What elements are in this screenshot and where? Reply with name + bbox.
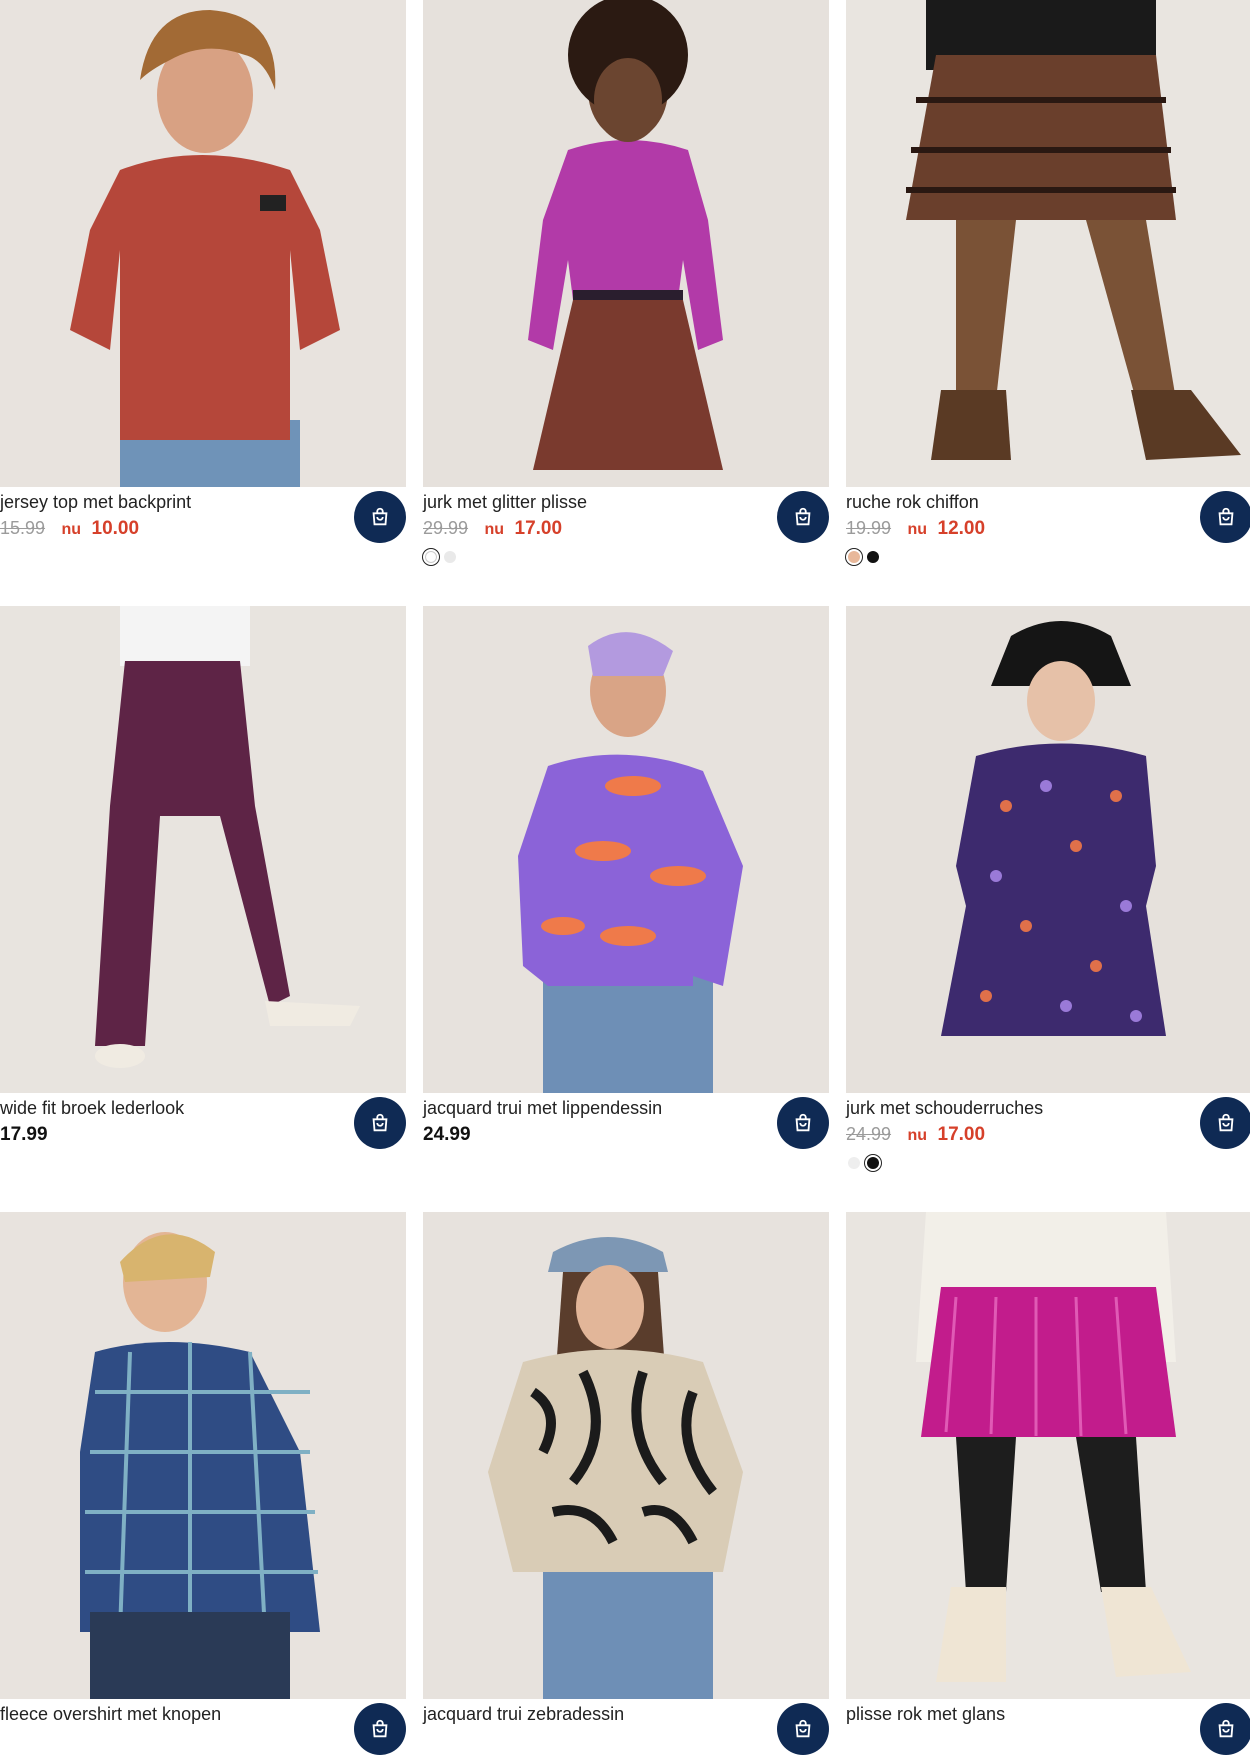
add-to-cart-button[interactable] xyxy=(777,1097,829,1149)
old-price: 15.99 xyxy=(0,518,46,538)
price-block: 15.99 nu 10.00 xyxy=(0,518,139,542)
sale-prefix: nu xyxy=(484,521,505,538)
product-title[interactable]: jacquard trui met lippendessin xyxy=(423,1098,662,1119)
shopping-bag-icon xyxy=(372,1113,388,1132)
product-image[interactable] xyxy=(423,1212,829,1699)
product-title[interactable]: ruche rok chiffon xyxy=(846,492,979,513)
sale-price: 12.00 xyxy=(937,518,986,539)
add-to-cart-button[interactable] xyxy=(777,1703,829,1755)
product-image[interactable] xyxy=(423,606,829,1093)
price: 17.99 xyxy=(0,1124,48,1145)
shopping-bag-icon xyxy=(795,1719,811,1738)
shopping-bag-icon xyxy=(1218,1719,1234,1738)
old-price: 24.99 xyxy=(846,1124,892,1144)
color-swatch[interactable] xyxy=(867,551,879,563)
price: 24.99 xyxy=(423,1124,471,1145)
price-block: 24.99 xyxy=(423,1124,471,1148)
product-image[interactable] xyxy=(0,0,406,487)
add-to-cart-button[interactable] xyxy=(354,1097,406,1149)
price-block: 17.99 xyxy=(0,1124,48,1148)
product-title[interactable]: wide fit broek lederlook xyxy=(0,1098,184,1119)
price-block: 24.99 nu 17.00 xyxy=(846,1124,985,1148)
product-image[interactable] xyxy=(846,0,1250,487)
product-image[interactable] xyxy=(423,0,829,487)
color-swatch[interactable] xyxy=(425,551,437,563)
shopping-bag-icon xyxy=(1218,507,1234,526)
sale-prefix: nu xyxy=(61,521,82,538)
add-to-cart-button[interactable] xyxy=(354,491,406,543)
shopping-bag-icon xyxy=(372,1719,388,1738)
sale-prefix: nu xyxy=(907,1127,928,1144)
color-swatch[interactable] xyxy=(867,1157,879,1169)
product-image[interactable] xyxy=(846,1212,1250,1699)
sale-prefix: nu xyxy=(907,521,928,538)
old-price: 19.99 xyxy=(846,518,892,538)
sale-price: 17.00 xyxy=(514,518,563,539)
product-image[interactable] xyxy=(0,606,406,1093)
product-image[interactable] xyxy=(846,606,1250,1093)
color-swatch[interactable] xyxy=(444,551,456,563)
old-price: 29.99 xyxy=(423,518,469,538)
color-swatch[interactable] xyxy=(848,551,860,563)
color-swatches xyxy=(848,551,879,563)
product-title[interactable]: jurk met glitter plisse xyxy=(423,492,587,513)
product-title[interactable]: jersey top met backprint xyxy=(0,492,191,513)
color-swatches xyxy=(848,1157,879,1169)
color-swatches xyxy=(425,551,456,563)
add-to-cart-button[interactable] xyxy=(1200,1703,1250,1755)
shopping-bag-icon xyxy=(1218,1113,1234,1132)
add-to-cart-button[interactable] xyxy=(1200,491,1250,543)
price-block: 29.99 nu 17.00 xyxy=(423,518,562,542)
color-swatch[interactable] xyxy=(848,1157,860,1169)
sale-price: 10.00 xyxy=(91,518,140,539)
shopping-bag-icon xyxy=(372,507,388,526)
add-to-cart-button[interactable] xyxy=(1200,1097,1250,1149)
shopping-bag-icon xyxy=(795,1113,811,1132)
add-to-cart-button[interactable] xyxy=(777,491,829,543)
add-to-cart-button[interactable] xyxy=(354,1703,406,1755)
sale-price: 17.00 xyxy=(937,1124,986,1145)
price-block: 19.99 nu 12.00 xyxy=(846,518,985,542)
shopping-bag-icon xyxy=(795,507,811,526)
product-image[interactable] xyxy=(0,1212,406,1699)
product-title[interactable]: jurk met schouderruches xyxy=(846,1098,1043,1119)
